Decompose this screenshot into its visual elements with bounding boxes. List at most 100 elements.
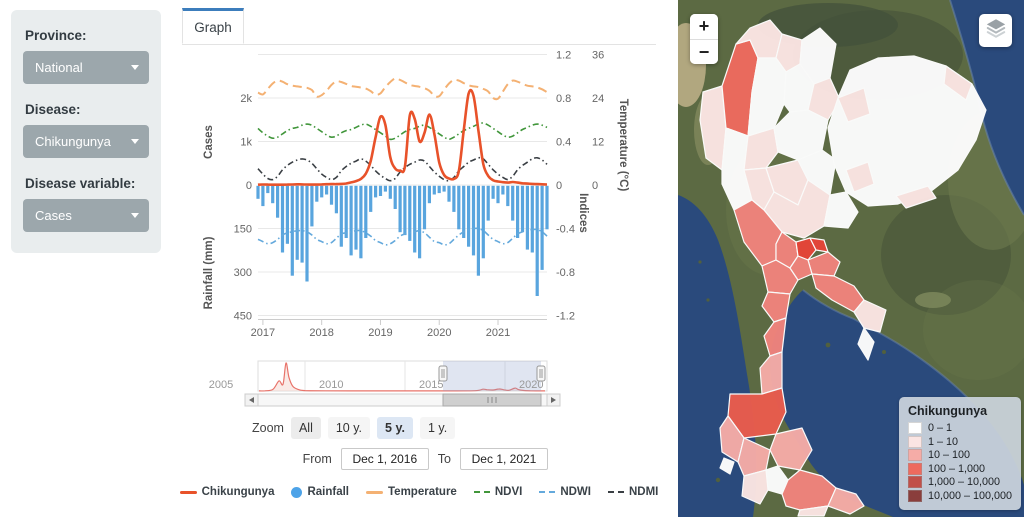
legend-range-label: 1 – 10 [928, 436, 958, 448]
time-series-chart[interactable]: 2017 2018 2019 2020 2021 2k 1k 0 150 300 450 1.2 0.8… [182, 45, 656, 348]
svg-text:Indices: Indices [577, 193, 589, 233]
svg-text:12: 12 [592, 137, 604, 149]
legend-item-ndwi[interactable]: NDWI [539, 486, 591, 498]
layers-icon [985, 17, 1007, 44]
svg-text:2019: 2019 [368, 327, 392, 339]
svg-text:36: 36 [592, 50, 604, 62]
disease-label: Disease: [25, 102, 147, 117]
legend-item-chikungunya[interactable]: Chikungunya [180, 486, 275, 498]
svg-text:-0.4: -0.4 [556, 224, 575, 236]
disease-variable-dropdown[interactable]: Cases [23, 199, 149, 232]
map-zoom-control: + − [690, 14, 718, 64]
province-dropdown-value: National [35, 60, 83, 75]
ndwi-marker-icon [539, 491, 555, 493]
province-dropdown[interactable]: National [23, 51, 149, 84]
from-label: From [303, 452, 332, 466]
svg-text:Rainfall (mm): Rainfall (mm) [203, 236, 215, 309]
svg-text:2021: 2021 [486, 327, 510, 339]
legend-item-temperature[interactable]: Temperature [366, 486, 457, 498]
disease-dropdown-value: Chikungunya [35, 134, 111, 149]
zoom-in-button[interactable]: + [690, 14, 718, 39]
legend-range-label: 0 – 1 [928, 422, 952, 434]
map-legend-row: 1 – 10 [908, 436, 1012, 448]
map-legend-title: Chikungunya [908, 404, 1012, 418]
date-range-row: From Dec 1, 2016 To Dec 1, 2021 [182, 448, 548, 470]
svg-text:1k: 1k [240, 137, 252, 149]
svg-text:300: 300 [234, 267, 252, 279]
disease-dropdown[interactable]: Chikungunya [23, 125, 149, 158]
disease-variable-label: Disease variable: [25, 176, 147, 191]
navigator-zoom-presets: Zoom All 10 y. 5 y. 1 y. [252, 417, 656, 439]
legend-swatch [908, 449, 922, 461]
legend-range-label: 10 – 100 [928, 449, 970, 461]
legend-swatch [908, 490, 922, 502]
map-legend-row: 10,000 – 100,000 [908, 490, 1012, 502]
legend-label: NDWI [560, 486, 591, 498]
svg-text:0.8: 0.8 [556, 93, 571, 105]
tab-graph[interactable]: Graph [182, 8, 244, 44]
svg-text:450: 450 [234, 311, 252, 323]
svg-text:150: 150 [234, 224, 252, 236]
from-date-input[interactable]: Dec 1, 2016 [341, 448, 429, 470]
svg-text:2017: 2017 [251, 327, 275, 339]
tab-row: Graph [182, 8, 656, 45]
legend-range-label: 10,000 – 100,000 [928, 490, 1012, 502]
legend-item-ndvi[interactable]: NDVI [474, 486, 522, 498]
svg-text:2005: 2005 [209, 379, 233, 391]
legend-range-label: 100 – 1,000 [928, 463, 985, 475]
series-legend: Chikungunya Rainfall Temperature NDVI NDWI ND… [182, 486, 656, 498]
to-date-input[interactable]: Dec 1, 2021 [460, 448, 548, 470]
legend-swatch [908, 463, 922, 475]
filters-sidebar: Province: National Disease: Chikungunya … [11, 10, 161, 253]
legend-label: Temperature [388, 486, 457, 498]
legend-swatch [908, 436, 922, 448]
temperature-marker-icon [366, 491, 383, 494]
to-label: To [438, 452, 451, 466]
legend-label: Rainfall [307, 486, 349, 498]
svg-text:-1.2: -1.2 [556, 311, 575, 323]
province-label: Province: [25, 28, 147, 43]
svg-text:2k: 2k [240, 93, 252, 105]
zoom-preset-5y[interactable]: 5 y. [377, 417, 413, 439]
map-legend-row: 1,000 – 10,000 [908, 476, 1012, 488]
map-legend-row: 10 – 100 [908, 449, 1012, 461]
choropleth-map[interactable]: + − Chikungunya 0 – 1 1 – 1010 – 100 100 –… [678, 0, 1024, 517]
zoom-out-button[interactable]: − [690, 39, 718, 64]
legend-range-label: 1,000 – 10,000 [928, 476, 1000, 488]
chikungunya-marker-icon [180, 491, 197, 494]
zoom-preset-1y[interactable]: 1 y. [420, 417, 455, 439]
svg-text:0: 0 [556, 180, 562, 192]
svg-text:-0.8: -0.8 [556, 267, 575, 279]
zoom-preset-all[interactable]: All [291, 417, 321, 439]
svg-text:2010: 2010 [319, 379, 343, 391]
svg-text:2018: 2018 [309, 327, 333, 339]
map-legend-row: 0 – 1 [908, 422, 1012, 434]
legend-item-ndmi[interactable]: NDMI [608, 486, 658, 498]
svg-text:Cases: Cases [203, 125, 215, 159]
svg-text:24: 24 [592, 93, 604, 105]
legend-swatch [908, 476, 922, 488]
chevron-down-icon [131, 65, 139, 70]
ndmi-marker-icon [608, 491, 624, 493]
svg-text:0.4: 0.4 [556, 137, 571, 149]
disease-variable-dropdown-value: Cases [35, 208, 72, 223]
legend-swatch [908, 422, 922, 434]
range-navigator[interactable]: 2005201020152020 [182, 358, 656, 415]
zoom-preset-10y[interactable]: 10 y. [328, 417, 370, 439]
svg-text:1.2: 1.2 [556, 50, 571, 62]
chevron-down-icon [131, 139, 139, 144]
legend-label: NDVI [495, 486, 522, 498]
chart-panel: Graph 2017 2018 2019 2020 2021 2k 1k 0 150 300 450… [182, 8, 656, 490]
layers-button[interactable] [979, 14, 1012, 47]
ndvi-marker-icon [474, 491, 490, 493]
rainfall-marker-icon [291, 487, 302, 498]
zoom-label: Zoom [252, 421, 284, 435]
legend-label: Chikungunya [202, 486, 275, 498]
svg-text:0: 0 [246, 180, 252, 192]
legend-label: NDMI [629, 486, 658, 498]
svg-text:2020: 2020 [427, 327, 451, 339]
chevron-down-icon [131, 213, 139, 218]
map-legend-row: 100 – 1,000 [908, 463, 1012, 475]
map-legend: Chikungunya 0 – 1 1 – 1010 – 100 100 – 1,0… [899, 397, 1021, 510]
legend-item-rainfall[interactable]: Rainfall [291, 486, 349, 498]
